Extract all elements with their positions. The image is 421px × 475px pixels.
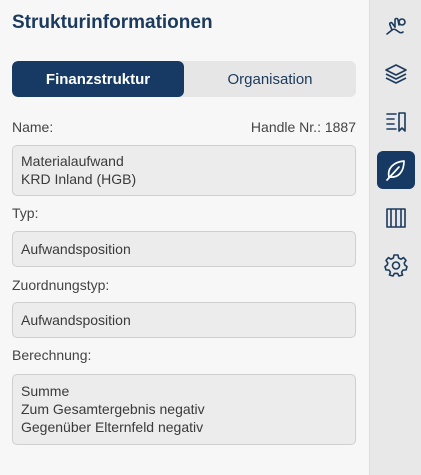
zuordnungstyp-label: Zuordnungstyp:	[12, 277, 110, 293]
structure-info-panel: Strukturinformationen Finanzstruktur Org…	[0, 0, 369, 475]
handle-number: Handle Nr.: 1887	[250, 119, 356, 135]
typ-value: Aufwandsposition	[21, 241, 131, 257]
name-label: Name:	[12, 119, 54, 135]
layers-icon[interactable]	[377, 55, 415, 93]
berechnung-label: Berechnung:	[12, 347, 92, 363]
list-bookmark-icon[interactable]	[377, 103, 415, 141]
name-line-2: KRD Inland (HGB)	[21, 171, 137, 187]
gear-icon[interactable]	[377, 246, 415, 284]
hand-coins-icon[interactable]	[377, 8, 415, 46]
name-line-1: Materialaufwand	[21, 153, 124, 169]
tab-finanzstruktur[interactable]: Finanzstruktur	[12, 61, 184, 97]
panel-title: Strukturinformationen	[12, 12, 213, 33]
sidebar-rail	[369, 0, 421, 475]
berechnung-line-3: Gegenüber Elternfeld negativ	[21, 419, 204, 435]
zuordnungstyp-field[interactable]: Aufwandsposition	[12, 302, 356, 338]
typ-field[interactable]: Aufwandsposition	[12, 231, 356, 267]
name-field[interactable]: Materialaufwand KRD Inland (HGB)	[12, 145, 356, 196]
tab-bar: Finanzstruktur Organisation	[12, 61, 356, 97]
berechnung-line-2: Zum Gesamtergebnis negativ	[21, 401, 205, 417]
book-pages-icon[interactable]	[377, 199, 415, 237]
berechnung-field[interactable]: Summe Zum Gesamtergebnis negativ Gegenüb…	[12, 374, 356, 445]
zuordnungstyp-value: Aufwandsposition	[21, 312, 131, 328]
typ-label: Typ:	[12, 205, 39, 221]
tab-organisation[interactable]: Organisation	[184, 61, 356, 97]
berechnung-line-1: Summe	[21, 383, 70, 399]
leaf-icon[interactable]	[377, 151, 415, 189]
